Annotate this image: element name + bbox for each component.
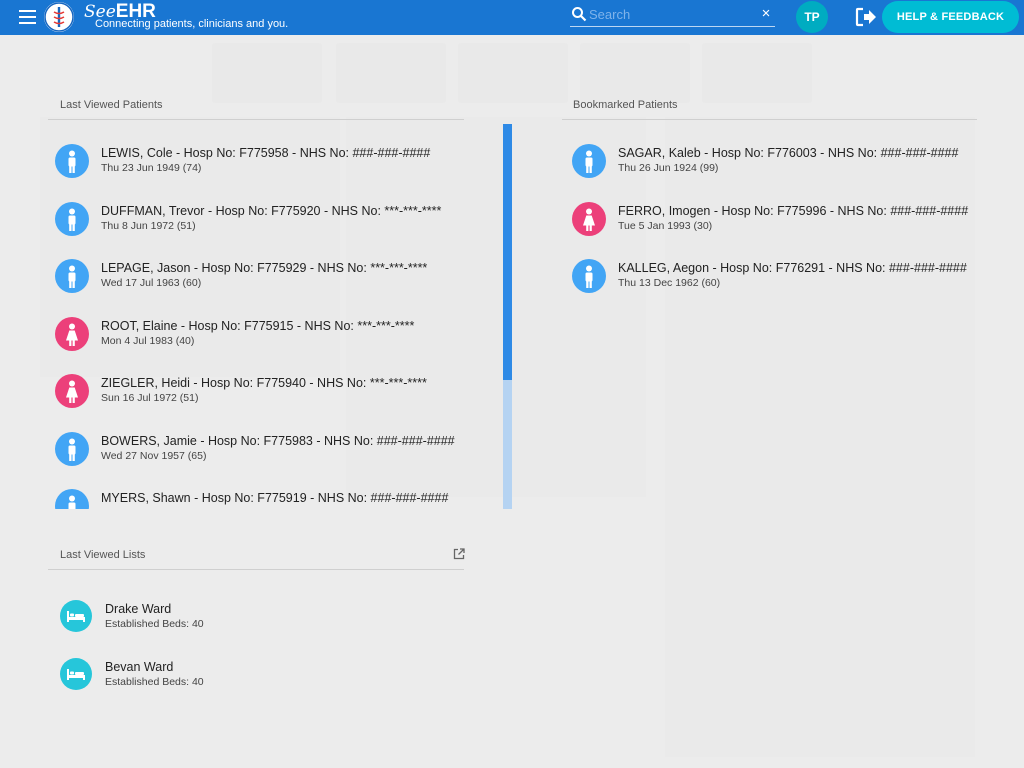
ward-list-item[interactable]: Bevan Ward Established Beds: 40 (60, 658, 460, 698)
male-patient-icon (55, 259, 89, 293)
female-patient-icon (55, 374, 89, 408)
patient-name: ROOT, Elaine - Hosp No: F775915 - NHS No… (101, 318, 415, 333)
divider (562, 119, 977, 120)
top-app-bar: SeeEHR Connecting patients, clinicians a… (0, 0, 1024, 35)
divider (48, 119, 464, 120)
app-logo (44, 2, 74, 32)
patient-row[interactable]: SAGAR, Kaleb - Hosp No: F776003 - NHS No… (565, 140, 1020, 197)
patient-row[interactable]: ROOT, Elaine - Hosp No: F775915 - NHS No… (48, 313, 503, 370)
user-avatar[interactable]: TP (796, 1, 828, 33)
last-viewed-lists-title: Last Viewed Lists (60, 549, 146, 561)
patient-name: DUFFMAN, Trevor - Hosp No: F775920 - NHS… (101, 203, 442, 218)
patient-dob: Thu 13 Dec 1962 (60) (618, 277, 721, 289)
female-patient-icon (572, 201, 606, 236)
search-input[interactable] (589, 5, 749, 23)
patient-dob: Thu 23 Jun 1949 (74) (101, 162, 202, 174)
patient-name: MYERS, Shawn - Hosp No: F775919 - NHS No… (101, 491, 449, 505)
patient-dob: Thu 8 Jun 1972 (51) (101, 219, 196, 232)
ward-name: Bevan Ward (105, 660, 174, 674)
bookmarked-patients-list: SAGAR, Kaleb - Hosp No: F776003 - NHS No… (565, 124, 985, 324)
patient-name: SAGAR, Kaleb - Hosp No: F776003 - NHS No… (618, 146, 959, 160)
logout-icon[interactable] (855, 7, 877, 27)
ward-list-item[interactable]: Drake Ward Established Beds: 40 (60, 600, 460, 640)
clear-search-button[interactable]: × (759, 6, 773, 22)
male-patient-icon (55, 144, 89, 178)
patient-row[interactable]: DUFFMAN, Trevor - Hosp No: F775920 - NHS… (48, 198, 503, 255)
last-viewed-lists: Drake Ward Established Beds: 40 Bevan Ward… (60, 600, 480, 700)
patient-row[interactable]: ZIEGLER, Heidi - Hosp No: F775940 - NHS … (48, 370, 503, 427)
last-viewed-patients-list: LEWIS, Cole - Hosp No: F775958 - NHS No:… (48, 124, 503, 509)
brand-tagline: Connecting patients, clinicians and you. (95, 18, 289, 30)
patient-dob: Mon 4 Jul 1983 (40) (101, 334, 195, 347)
patient-row[interactable]: BOWERS, Jamie - Hosp No: F775983 - NHS N… (48, 428, 503, 485)
male-patient-icon (572, 259, 606, 293)
last-viewed-patients-title: Last Viewed Patients (60, 99, 163, 111)
bed-icon (60, 600, 92, 632)
bed-icon (60, 658, 92, 690)
patient-name: FERRO, Imogen - Hosp No: F775996 - NHS N… (618, 203, 969, 218)
patient-row[interactable]: KALLEG, Aegon - Hosp No: F776291 - NHS N… (565, 255, 1020, 312)
search-box: × (570, 3, 775, 27)
ward-beds: Established Beds: 40 (105, 618, 204, 630)
ward-beds: Established Beds: 40 (105, 676, 204, 688)
patient-name: LEPAGE, Jason - Hosp No: F775929 - NHS N… (101, 261, 428, 275)
female-patient-icon (55, 316, 89, 351)
patients-scrollbar[interactable] (503, 124, 512, 509)
patient-name: LEWIS, Cole - Hosp No: F775958 - NHS No:… (101, 146, 431, 160)
patient-dob: Thu 26 Jun 1924 (99) (618, 162, 719, 174)
scrollbar-thumb[interactable] (503, 124, 512, 380)
patient-name: BOWERS, Jamie - Hosp No: F775983 - NHS N… (101, 433, 455, 448)
patient-row[interactable]: LEPAGE, Jason - Hosp No: F775929 - NHS N… (48, 255, 503, 312)
open-external-icon[interactable] (453, 548, 465, 560)
patient-row[interactable]: FERRO, Imogen - Hosp No: F775996 - NHS N… (565, 198, 1020, 255)
bookmarked-patients-title: Bookmarked Patients (573, 99, 678, 111)
patient-row[interactable]: LEWIS, Cole - Hosp No: F775958 - NHS No:… (48, 140, 503, 197)
divider (48, 569, 464, 570)
male-patient-icon (55, 201, 89, 236)
patient-dob: Wed 27 Nov 1957 (65) (101, 449, 207, 462)
ward-name: Drake Ward (105, 602, 172, 616)
patient-name: ZIEGLER, Heidi - Hosp No: F775940 - NHS … (101, 376, 427, 390)
patient-dob: Wed 17 Jul 1963 (60) (101, 277, 202, 289)
patient-name: KALLEG, Aegon - Hosp No: F776291 - NHS N… (618, 261, 967, 275)
patient-row[interactable]: MYERS, Shawn - Hosp No: F775919 - NHS No… (48, 485, 503, 509)
patient-dob: Sun 16 Jul 1972 (51) (101, 392, 199, 404)
male-patient-icon (55, 489, 89, 509)
search-icon (572, 7, 587, 22)
help-feedback-button[interactable]: HELP & FEEDBACK (882, 1, 1019, 33)
patient-dob: Tue 5 Jan 1993 (30) (618, 219, 713, 232)
male-patient-icon (572, 144, 606, 178)
male-patient-icon (55, 431, 89, 466)
menu-icon[interactable] (19, 10, 36, 24)
